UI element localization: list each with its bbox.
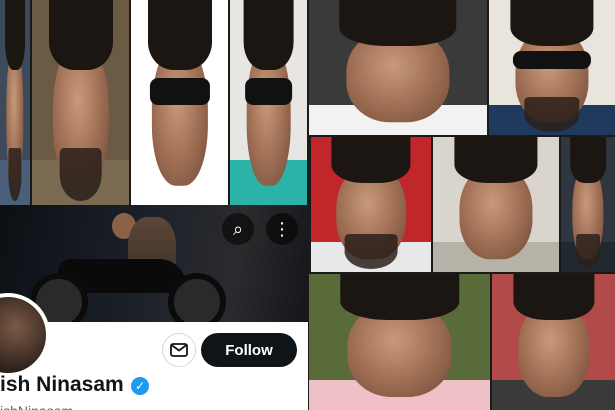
profile-banner: ⌕ ⋮ xyxy=(0,205,308,322)
portrait-tile-5 xyxy=(309,0,487,135)
follow-button[interactable]: Follow xyxy=(201,333,297,367)
sunglasses-icon xyxy=(149,77,210,105)
portrait-tile-4 xyxy=(230,0,307,205)
portrait-tile-11 xyxy=(492,274,615,410)
hair xyxy=(512,274,595,321)
hair xyxy=(339,0,457,46)
hair xyxy=(243,0,294,70)
beard xyxy=(344,234,398,270)
profile-card: ⌕ ⋮ Follow ish Ninasam ✓ ishNinasam xyxy=(0,205,308,410)
rear-wheel xyxy=(168,273,226,322)
verified-badge-icon: ✓ xyxy=(131,377,149,395)
hair xyxy=(570,137,606,183)
profile-handle: ishNinasam xyxy=(0,403,73,410)
hair xyxy=(339,274,460,321)
hair xyxy=(147,0,212,70)
portrait-tile-9 xyxy=(561,137,615,272)
message-button[interactable] xyxy=(162,333,196,367)
sunglasses-icon xyxy=(512,51,592,69)
portrait-tile-1 xyxy=(0,0,30,205)
beard xyxy=(576,234,600,270)
hair xyxy=(331,137,411,183)
portrait-tile-2 xyxy=(32,0,129,205)
beard xyxy=(59,147,102,201)
search-icon[interactable]: ⌕ xyxy=(222,213,254,245)
hair xyxy=(48,0,113,70)
sunglasses-icon xyxy=(244,77,293,105)
display-name: ish Ninasam xyxy=(0,373,124,396)
hair xyxy=(5,0,25,70)
portrait-tile-10 xyxy=(309,274,490,410)
portrait-tile-3 xyxy=(131,0,228,205)
portrait-tile-8 xyxy=(433,137,559,272)
portrait-tile-6 xyxy=(489,0,615,135)
envelope-icon xyxy=(170,343,188,357)
portrait-tile-7 xyxy=(311,137,431,272)
more-options-icon[interactable]: ⋮ xyxy=(266,213,298,245)
hair xyxy=(510,0,594,46)
hair xyxy=(454,137,538,183)
